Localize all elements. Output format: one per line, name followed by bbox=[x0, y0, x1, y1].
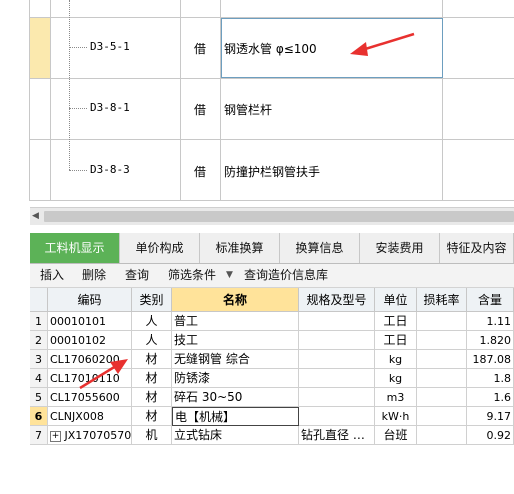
row-number: 6 bbox=[30, 407, 48, 426]
row-code: JX17070570 bbox=[64, 429, 132, 442]
row-number: 3 bbox=[30, 350, 48, 369]
chevron-down-icon[interactable]: ▼ bbox=[226, 264, 233, 287]
tab-conversion-info[interactable]: 换算信息 bbox=[280, 233, 360, 263]
tab-features[interactable]: 特征及内容 bbox=[440, 233, 514, 263]
row-code[interactable]: 00010101 bbox=[48, 312, 132, 331]
row-unit[interactable]: 台班 bbox=[375, 426, 417, 445]
upper-row-name[interactable]: 防撞护栏钢管扶手 bbox=[224, 163, 320, 180]
row-loss-rate[interactable] bbox=[417, 350, 467, 369]
upper-row-name[interactable]: 钢透水管 φ≤100 bbox=[224, 40, 317, 57]
annotation-arrow-icon bbox=[79, 359, 128, 390]
row-number: 1 bbox=[30, 312, 48, 331]
row-unit[interactable]: kg bbox=[375, 369, 417, 388]
row-loss-rate[interactable] bbox=[417, 426, 467, 445]
upper-row-code[interactable]: D3-8-3 bbox=[90, 163, 130, 176]
header-quantity[interactable]: 含量 bbox=[467, 288, 514, 312]
row-name[interactable]: 碎石 30~50 bbox=[172, 388, 299, 407]
row-name[interactable]: 技工 bbox=[172, 331, 299, 350]
header-unit[interactable]: 单位 bbox=[375, 288, 417, 312]
row-loss-rate[interactable] bbox=[417, 331, 467, 350]
tab-unit-price-composition[interactable]: 单价构成 bbox=[120, 233, 200, 263]
upper-row-type[interactable]: 借 bbox=[194, 163, 206, 180]
row-code-cell[interactable]: + JX17070570 bbox=[48, 426, 132, 445]
upper-row-code[interactable]: D3-5-1 bbox=[90, 40, 130, 53]
delete-button[interactable]: 删除 bbox=[82, 264, 106, 287]
row-category[interactable]: 人 bbox=[132, 331, 172, 350]
row-category[interactable]: 材 bbox=[132, 407, 172, 426]
row-number: 7 bbox=[30, 426, 48, 445]
row-quantity[interactable]: 9.17 bbox=[467, 407, 514, 426]
row-name[interactable]: 普工 bbox=[172, 312, 299, 331]
upper-row-name[interactable]: 钢管栏杆 bbox=[224, 101, 272, 118]
row-number: 2 bbox=[30, 331, 48, 350]
row-code[interactable]: 00010102 bbox=[48, 331, 132, 350]
header-code[interactable]: 编码 bbox=[48, 288, 132, 312]
row-quantity[interactable]: 0.92 bbox=[467, 426, 514, 445]
row-spec[interactable] bbox=[299, 369, 375, 388]
row-loss-rate[interactable] bbox=[417, 407, 467, 426]
row-spec[interactable] bbox=[299, 331, 375, 350]
row-number: 5 bbox=[30, 388, 48, 407]
row-loss-rate[interactable] bbox=[417, 369, 467, 388]
expand-icon[interactable]: + bbox=[50, 430, 61, 442]
scroll-left-icon[interactable]: ◀ bbox=[32, 211, 39, 221]
upper-row-code[interactable]: D3-8-1 bbox=[90, 101, 130, 114]
row-loss-rate[interactable] bbox=[417, 388, 467, 407]
row-name[interactable]: 电【机械】 bbox=[172, 407, 299, 426]
tab-labor-material-machine[interactable]: 工料机显示 bbox=[30, 233, 120, 263]
upper-row-type[interactable]: 借 bbox=[194, 40, 206, 57]
row-spec[interactable] bbox=[299, 350, 375, 369]
upper-grid: D3-5-1 借 钢透水管 φ≤100 D3-8-1 借 钢管栏杆 D3-8-3… bbox=[0, 0, 514, 201]
row-unit[interactable]: kg bbox=[375, 350, 417, 369]
horizontal-scrollbar[interactable]: ◀ bbox=[30, 207, 514, 225]
row-spec[interactable] bbox=[299, 407, 375, 426]
row-category[interactable]: 材 bbox=[132, 388, 172, 407]
query-price-library-button[interactable]: 查询造价信息库 bbox=[244, 264, 328, 287]
row-quantity[interactable]: 1.820 bbox=[467, 331, 514, 350]
row-loss-rate[interactable] bbox=[417, 312, 467, 331]
row-quantity[interactable]: 1.11 bbox=[467, 312, 514, 331]
row-spec[interactable] bbox=[299, 388, 375, 407]
query-button[interactable]: 查询 bbox=[125, 264, 149, 287]
header-name[interactable]: 名称 bbox=[172, 288, 299, 312]
tab-standard-conversion[interactable]: 标准换算 bbox=[200, 233, 280, 263]
row-category[interactable]: 人 bbox=[132, 312, 172, 331]
annotation-arrow-icon bbox=[350, 32, 415, 56]
header-spec[interactable]: 规格及型号 bbox=[299, 288, 375, 312]
row-name[interactable]: 防锈漆 bbox=[172, 369, 299, 388]
row-name[interactable]: 无缝钢管 综合 bbox=[172, 350, 299, 369]
filter-button[interactable]: 筛选条件 bbox=[168, 264, 216, 287]
header-loss-rate[interactable]: 损耗率 bbox=[417, 288, 467, 312]
row-unit[interactable]: m3 bbox=[375, 388, 417, 407]
row-category[interactable]: 材 bbox=[132, 350, 172, 369]
toolbar: 插入 删除 查询 筛选条件 ▼ 查询造价信息库 bbox=[30, 264, 514, 288]
header-category[interactable]: 类别 bbox=[132, 288, 172, 312]
row-quantity[interactable]: 1.8 bbox=[467, 369, 514, 388]
upper-row-type[interactable]: 借 bbox=[194, 101, 206, 118]
row-quantity[interactable]: 1.6 bbox=[467, 388, 514, 407]
row-name[interactable]: 立式钻床 bbox=[172, 426, 299, 445]
tab-install-fee[interactable]: 安装费用 bbox=[360, 233, 440, 263]
row-unit[interactable]: 工日 bbox=[375, 312, 417, 331]
row-category[interactable]: 材 bbox=[132, 369, 172, 388]
row-unit[interactable]: kW·h bbox=[375, 407, 417, 426]
row-code[interactable]: CLNJX008 bbox=[48, 407, 132, 426]
row-category[interactable]: 机 bbox=[132, 426, 172, 445]
row-unit[interactable]: 工日 bbox=[375, 331, 417, 350]
scroll-thumb[interactable] bbox=[44, 211, 514, 222]
tab-bar: 工料机显示 单价构成 标准换算 换算信息 安装费用 特征及内容 bbox=[30, 233, 514, 264]
row-spec[interactable] bbox=[299, 312, 375, 331]
current-row-indicator bbox=[30, 18, 50, 78]
row-quantity[interactable]: 187.08 bbox=[467, 350, 514, 369]
header-row-number bbox=[30, 288, 48, 312]
insert-button[interactable]: 插入 bbox=[40, 264, 64, 287]
row-number: 4 bbox=[30, 369, 48, 388]
row-spec[interactable]: 钻孔直径 … bbox=[299, 426, 375, 445]
